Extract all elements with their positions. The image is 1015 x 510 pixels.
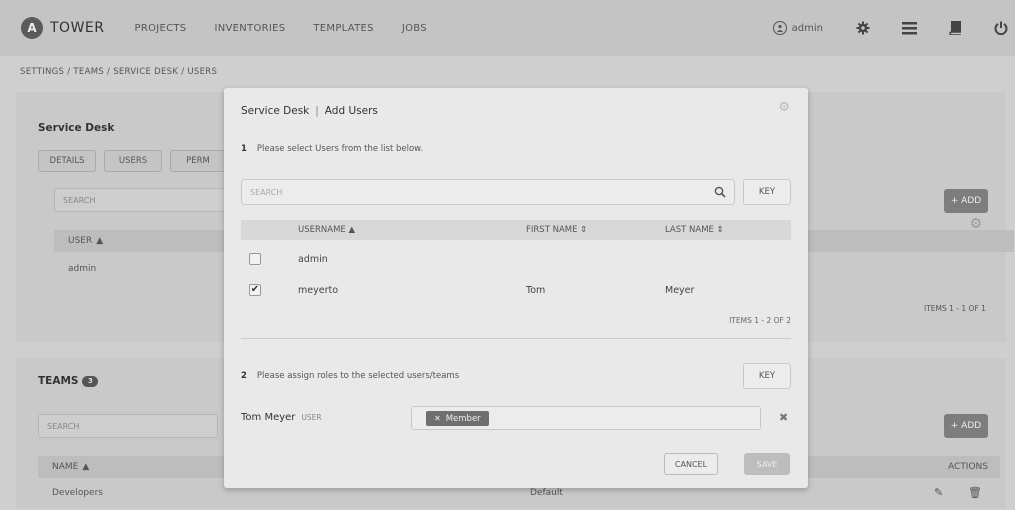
- step-2-number: 2: [241, 371, 247, 381]
- edit-icon[interactable]: ✎: [934, 486, 943, 499]
- step-1: 1 Please select Users from the list belo…: [241, 144, 423, 154]
- users-search-input[interactable]: SEARCH: [54, 188, 234, 212]
- team-title: Service Desk: [38, 122, 115, 134]
- remove-role-icon[interactable]: ✕: [434, 414, 441, 423]
- brand-name: TOWER: [50, 20, 105, 36]
- row-checkbox-admin[interactable]: [249, 253, 261, 265]
- book-icon[interactable]: [947, 20, 963, 36]
- tab-permissions[interactable]: PERM: [170, 150, 226, 172]
- teams-search-input[interactable]: SEARCH: [38, 414, 218, 438]
- modal-title-team: Service Desk: [241, 105, 310, 117]
- brand[interactable]: A TOWER: [21, 17, 105, 39]
- step-2-text: Please assign roles to the selected user…: [256, 371, 460, 381]
- add-user-button[interactable]: + ADD: [944, 189, 988, 213]
- column-last-name[interactable]: LAST NAME ⇕: [665, 225, 724, 235]
- step-2: 2 Please assign roles to the selected us…: [241, 371, 459, 381]
- add-team-button[interactable]: + ADD: [944, 414, 988, 438]
- team-row-organization[interactable]: Default: [530, 488, 563, 498]
- cell-last-name: Meyer: [665, 285, 695, 296]
- key-button[interactable]: KEY: [743, 179, 791, 205]
- key-button-roles[interactable]: KEY: [743, 363, 791, 389]
- divider: [241, 338, 791, 339]
- role-tag-member[interactable]: ✕ Member: [426, 411, 489, 426]
- column-first-name[interactable]: FIRST NAME ⇕: [526, 225, 587, 235]
- column-name[interactable]: NAME: [52, 462, 78, 472]
- user-icon: [772, 21, 787, 35]
- save-button[interactable]: SAVE: [744, 453, 790, 475]
- breadcrumb[interactable]: SETTINGS / TEAMS / Service Desk / USERS: [20, 67, 217, 77]
- list-icon[interactable]: [901, 20, 917, 36]
- column-user[interactable]: USER: [68, 236, 92, 246]
- user-name: admin: [791, 22, 823, 34]
- assignee-type: USER: [301, 413, 322, 422]
- user-search-input[interactable]: SEARCH: [241, 179, 735, 205]
- tab-users[interactable]: USERS: [104, 150, 162, 172]
- gear-icon[interactable]: [855, 20, 871, 36]
- table-row[interactable]: admin: [241, 247, 791, 273]
- role-assignment-row: Tom Meyer USER ✕ Member ✖: [241, 406, 791, 432]
- nav-link-inventories[interactable]: INVENTORIES: [214, 23, 285, 34]
- items-count: ITEMS 1 - 2 OF 2: [729, 316, 791, 325]
- remove-user-icon[interactable]: ✖: [779, 411, 788, 424]
- search-placeholder: SEARCH: [250, 187, 283, 197]
- teams-title: TEAMS 3: [38, 375, 99, 387]
- role-tag-label: Member: [445, 413, 481, 424]
- nav-link-jobs[interactable]: JOBS: [402, 23, 427, 34]
- top-navigation: A TOWER PROJECTS INVENTORIES TEMPLATES J…: [0, 0, 1015, 56]
- teams-title-text: TEAMS: [38, 375, 79, 387]
- cancel-button[interactable]: CANCEL: [664, 453, 718, 475]
- table-row[interactable]: ✔ meyerto Tom Meyer: [241, 278, 791, 304]
- nav-right: admin: [772, 0, 1015, 56]
- modal-title-action: Add Users: [324, 105, 378, 117]
- assignee-name: Tom Meyer USER: [241, 412, 322, 423]
- cell-username: admin: [298, 254, 328, 265]
- row-checkbox-meyerto[interactable]: ✔: [249, 284, 261, 296]
- user-row-admin[interactable]: admin: [68, 264, 96, 274]
- nav-links: PROJECTS INVENTORIES TEMPLATES JOBS: [135, 23, 455, 34]
- cell-username: meyerto: [298, 285, 339, 296]
- ansible-logo-icon: A: [21, 17, 43, 39]
- step-1-text: Please select Users from the list below.: [256, 144, 424, 154]
- users-table-header: USERNAME ▲ FIRST NAME ⇕ LAST NAME ⇕: [241, 220, 791, 240]
- items-count-users: ITEMS 1 - 1 OF 1: [924, 304, 986, 313]
- power-icon[interactable]: [993, 20, 1009, 36]
- search-icon[interactable]: [714, 186, 726, 198]
- user-menu[interactable]: admin: [772, 21, 823, 35]
- column-username[interactable]: USERNAME ▲: [298, 225, 355, 235]
- teams-count-badge: 3: [82, 375, 99, 387]
- modal-title: Service Desk | Add Users: [241, 105, 378, 117]
- tab-details[interactable]: DETAILS: [38, 150, 96, 172]
- cell-first-name: Tom: [526, 285, 546, 296]
- step-1-number: 1: [241, 144, 247, 154]
- nav-link-templates[interactable]: TEMPLATES: [313, 23, 373, 34]
- nav-link-projects[interactable]: PROJECTS: [135, 23, 187, 34]
- close-icon[interactable]: ⚙: [778, 100, 790, 115]
- column-actions: ACTIONS: [948, 462, 988, 472]
- role-select[interactable]: ✕ Member: [411, 406, 761, 430]
- trash-icon[interactable]: 🗑: [968, 486, 982, 499]
- add-users-modal: Service Desk | Add Users ⚙ 1 Please select…: [224, 88, 808, 488]
- team-row-name[interactable]: Developers: [52, 488, 103, 498]
